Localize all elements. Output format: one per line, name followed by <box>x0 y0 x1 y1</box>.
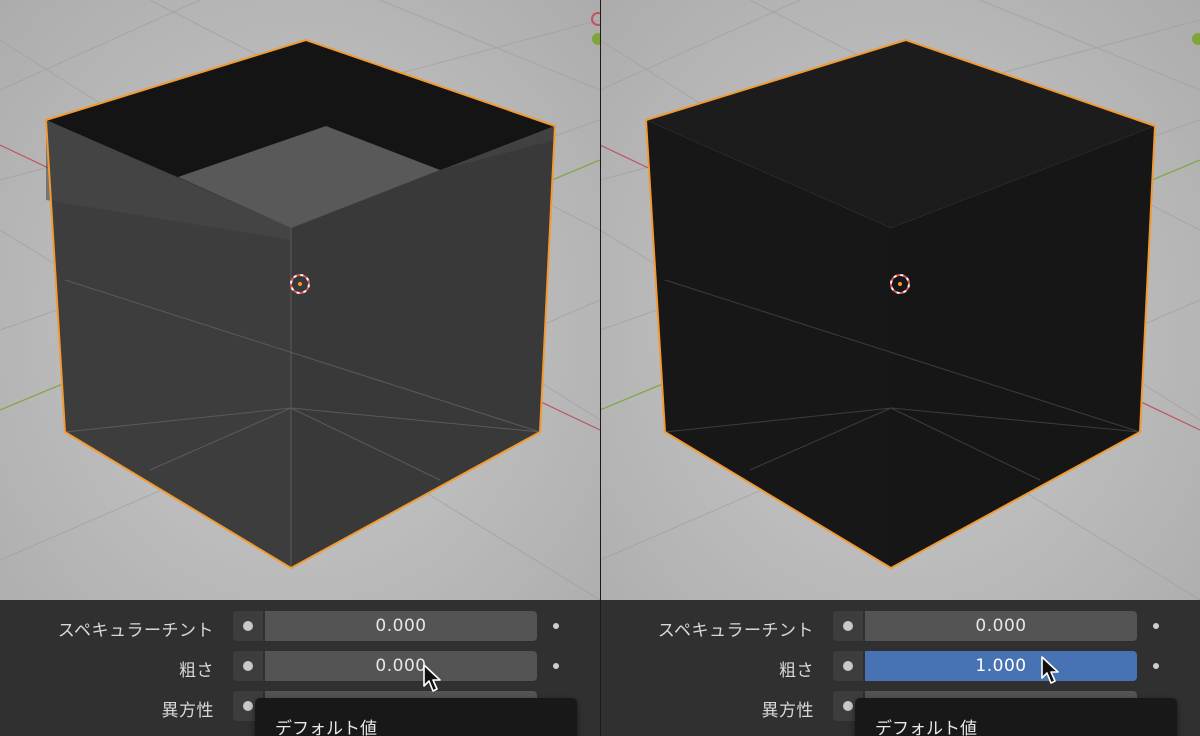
roughness-label: 粗さ <box>779 661 814 681</box>
roughness-label: 粗さ <box>179 661 214 681</box>
specular-tint-row: スペキュラーチント 0.000 <box>600 611 1200 641</box>
anisotropic-label: 異方性 <box>761 701 814 721</box>
keyframe-dot-icon[interactable] <box>1153 623 1159 629</box>
context-menu: デフォルト値 <box>255 698 577 736</box>
cube-object-matte[interactable] <box>644 38 1157 570</box>
mouse-pointer-icon <box>1041 656 1059 684</box>
socket-dot-icon <box>243 701 253 711</box>
mouse-pointer-icon <box>423 664 441 692</box>
keyframe-dot-icon[interactable] <box>553 623 559 629</box>
socket-dot-icon <box>243 621 253 631</box>
socket-dot-icon <box>243 661 253 671</box>
specular-tint-label: スペキュラーチント <box>657 621 814 641</box>
roughness-row: 粗さ 1.000 <box>600 651 1200 681</box>
keyframe-dot-icon[interactable] <box>1153 663 1159 669</box>
specular-tint-field[interactable]: 0.000 <box>865 611 1137 641</box>
anisotropic-label: 異方性 <box>161 701 214 721</box>
gizmo-y-dot[interactable] <box>1192 33 1200 45</box>
socket-button[interactable] <box>233 651 263 681</box>
gizmo-x-dot[interactable] <box>591 12 600 26</box>
specular-tint-row: スペキュラーチント 0.000 <box>0 611 600 641</box>
context-menu: デフォルト値 <box>855 698 1177 736</box>
specular-tint-label: スペキュラーチント <box>57 621 214 641</box>
viewport-scene <box>0 0 600 600</box>
roughness-field[interactable]: 0.000 <box>265 651 537 681</box>
keyframe-dot-icon[interactable] <box>553 663 559 669</box>
viewport-3d-matte[interactable] <box>600 0 1200 600</box>
socket-button[interactable] <box>233 611 263 641</box>
menu-item-default-value[interactable]: デフォルト値 <box>275 714 377 736</box>
roughness-row: 粗さ 0.000 <box>0 651 600 681</box>
cube-object-glossy[interactable] <box>44 38 557 570</box>
socket-button[interactable] <box>833 651 863 681</box>
right-comparison-pane: スペキュラーチント 0.000 粗さ 1.000 異方性 デフォルト値 <box>600 0 1200 736</box>
menu-item-default-value[interactable]: デフォルト値 <box>875 714 977 736</box>
viewport-3d-glossy[interactable] <box>0 0 600 600</box>
socket-dot-icon <box>843 621 853 631</box>
roughness-field[interactable]: 1.000 <box>865 651 1137 681</box>
gizmo-y-dot[interactable] <box>592 33 600 45</box>
socket-dot-icon <box>843 701 853 711</box>
left-comparison-pane: スペキュラーチント 0.000 粗さ 0.000 異方性 デフォルト値 <box>0 0 600 736</box>
socket-dot-icon <box>843 661 853 671</box>
viewport-scene <box>600 0 1200 600</box>
socket-button[interactable] <box>833 611 863 641</box>
specular-tint-field[interactable]: 0.000 <box>265 611 537 641</box>
